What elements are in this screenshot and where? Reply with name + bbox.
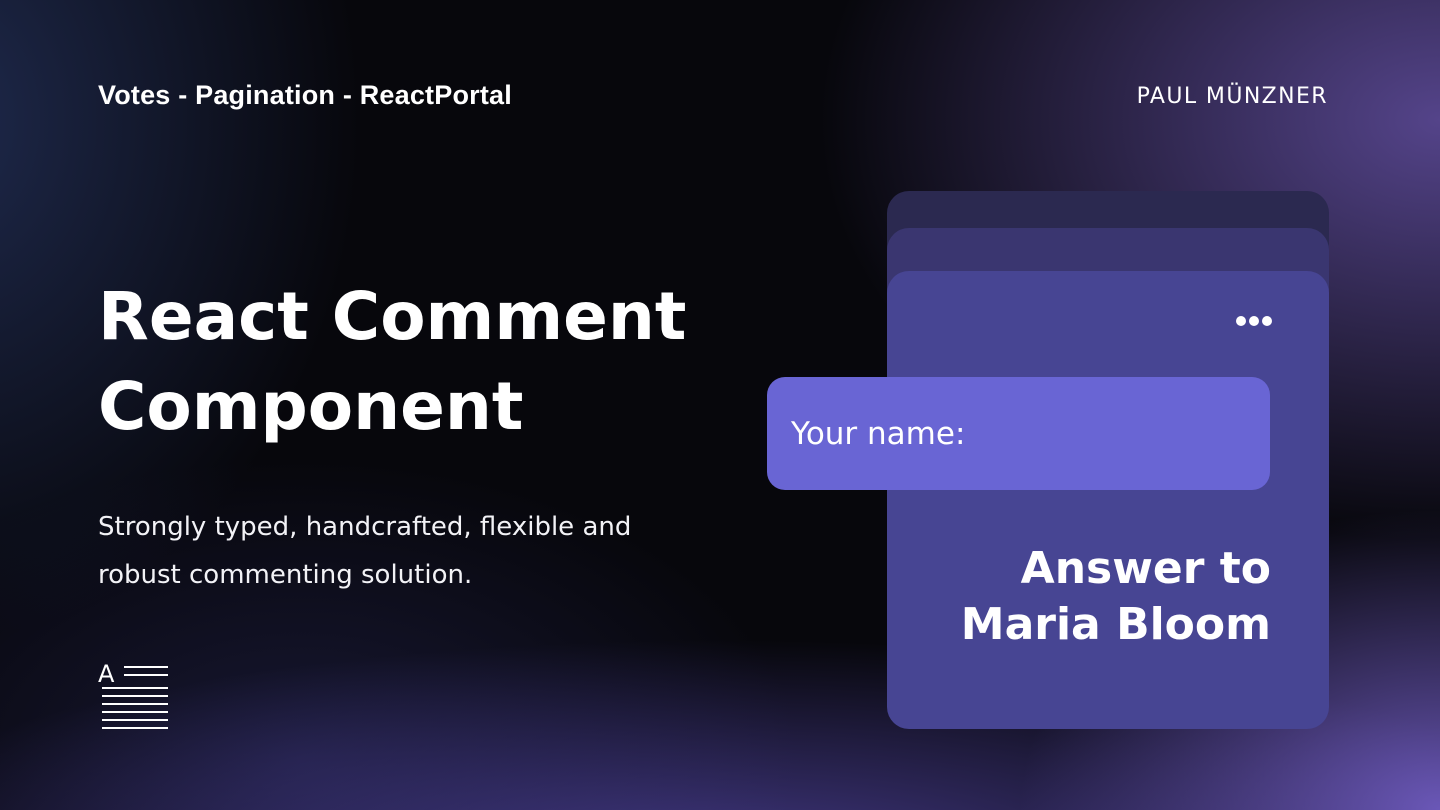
page-title-line-1: React Comment (98, 278, 687, 355)
page-title: React Comment Component (98, 272, 718, 452)
author-name: PAUL MÜNZNER (1136, 84, 1328, 109)
svg-text:A: A (98, 660, 115, 688)
reply-heading-line-1: Answer to (1020, 543, 1271, 594)
reply-heading-line-2: Maria Bloom (960, 599, 1271, 650)
topics-subtitle: Votes - Pagination - ReactPortal (98, 80, 512, 110)
reply-heading: Answer to Maria Bloom (891, 541, 1271, 653)
description-line-2: robust commenting solution. (98, 560, 473, 590)
name-input-label: Your name: (791, 415, 966, 452)
document-text-icon: A (98, 660, 168, 729)
description-line-1: Strongly typed, handcrafted, flexible an… (98, 512, 632, 542)
description: Strongly typed, handcrafted, flexible an… (98, 503, 718, 599)
more-horizontal-icon[interactable] (1235, 315, 1273, 327)
page-title-line-2: Component (98, 368, 524, 445)
name-input[interactable]: Your name: (767, 377, 1270, 490)
comment-card: Answer to Maria Bloom (887, 271, 1329, 729)
